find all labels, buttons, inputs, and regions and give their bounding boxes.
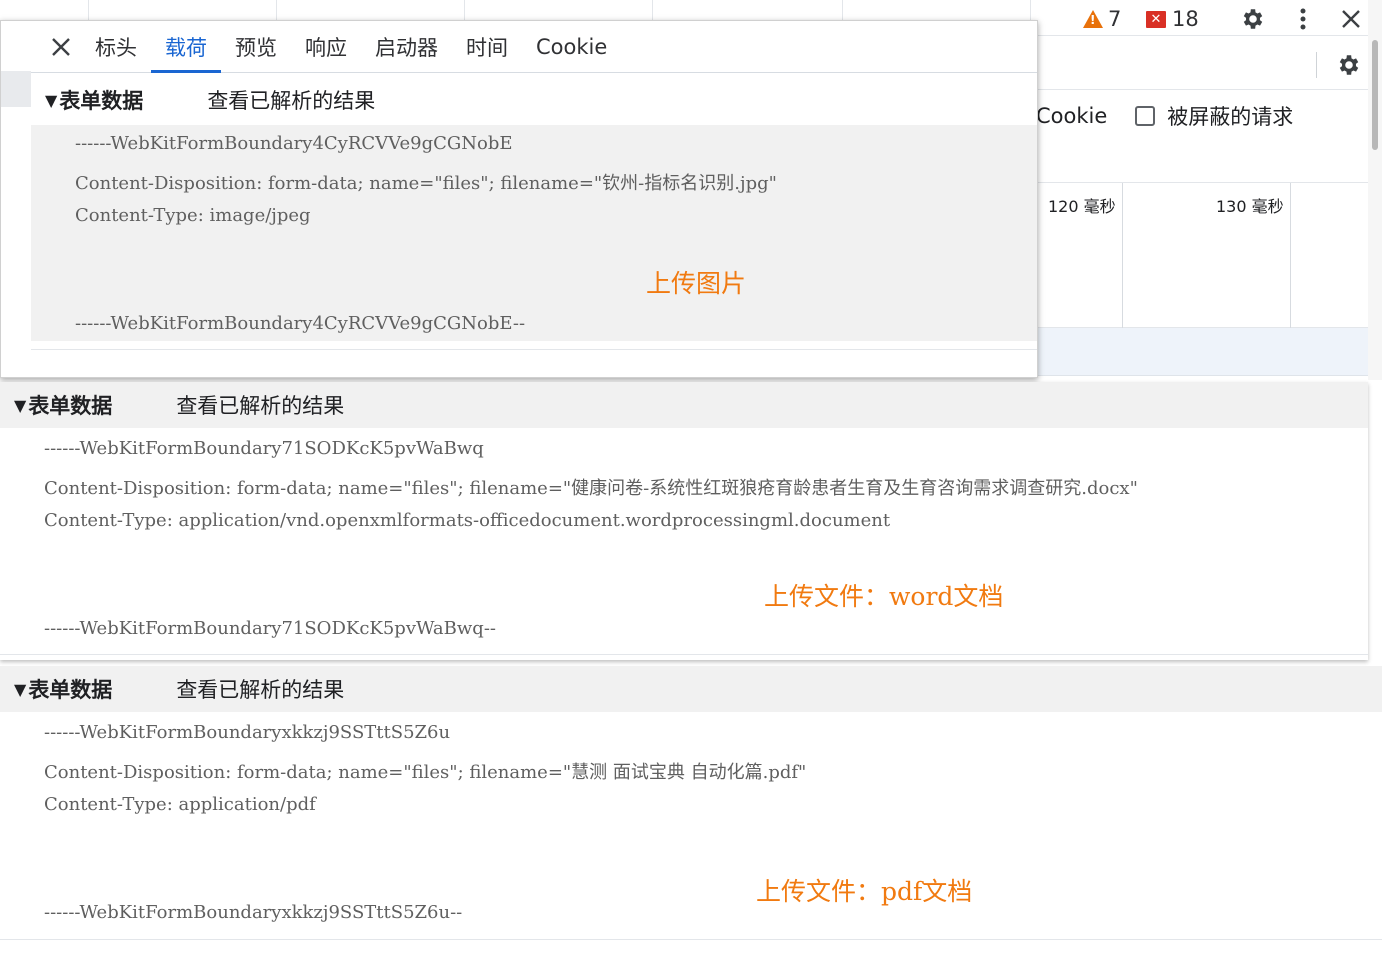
boundary-end-line: ------WebKitFormBoundary4CyRCVVe9gCGNobE… (75, 313, 526, 334)
view-parsed-link[interactable]: 查看已解析的结果 (176, 674, 344, 704)
errors-counter[interactable]: ✕ 18 (1146, 4, 1199, 34)
annotation-label: 上传文件：pdf文档 (756, 877, 973, 906)
content-type-line: Content-Type: application/vnd.openxmlfor… (44, 510, 891, 531)
timeline-overview[interactable]: 120 毫秒 130 毫秒 (1038, 182, 1382, 328)
boundary-end-line: ------WebKitFormBoundary71SODKcK5pvWaBwq… (44, 618, 496, 639)
request-list-strip (1, 37, 31, 377)
network-settings-gear-icon[interactable] (1334, 50, 1364, 80)
section-title: 表单数据 (28, 678, 113, 702)
view-parsed-link[interactable]: 查看已解析的结果 (207, 85, 375, 115)
warning-icon (1083, 10, 1103, 28)
settings-gear-icon[interactable] (1238, 4, 1268, 34)
form-data-raw-body: ------WebKitFormBoundaryxkkzj9SSTttS5Z6u… (0, 712, 1382, 938)
error-icon: ✕ (1146, 10, 1166, 28)
section-title: 表单数据 (28, 394, 113, 418)
form-data-raw-body: ------WebKitFormBoundary71SODKcK5pvWaBwq… (0, 428, 1368, 654)
tab-preview[interactable]: 预览 (221, 21, 291, 73)
form-data-panel-word: ▼ 表单数据 查看已解析的结果 ------WebKitFormBoundary… (0, 382, 1368, 660)
collapse-triangle-icon[interactable]: ▼ (14, 680, 26, 699)
filter-bar (1038, 44, 1368, 90)
form-data-section-header[interactable]: ▼ 表单数据 查看已解析的结果 (14, 382, 344, 428)
content-disposition-line: Content-Disposition: form-data; name="fi… (75, 173, 777, 194)
tab-response[interactable]: 响应 (291, 21, 361, 73)
details-tab-bar: 标头 载荷 预览 响应 启动器 时间 Cookie (31, 21, 1037, 73)
scrollbar-thumb[interactable] (1372, 40, 1378, 150)
tab-headers[interactable]: 标头 (81, 21, 151, 73)
more-vert-icon[interactable] (1290, 4, 1316, 34)
annotation-label: 上传文件：word文档 (764, 582, 1004, 611)
boundary-end-line: ------WebKitFormBoundaryxkkzj9SSTttS5Z6u… (44, 902, 463, 923)
filter-options: Cookie 被屏蔽的请求 (1036, 98, 1293, 134)
tab-timing[interactable]: 时间 (452, 21, 522, 73)
timeline-tick-label: 130 毫秒 (1216, 197, 1284, 216)
tab-initiator[interactable]: 启动器 (361, 21, 452, 73)
content-disposition-line: Content-Disposition: form-data; name="fi… (44, 478, 1138, 499)
boundary-line: ------WebKitFormBoundaryxkkzj9SSTttS5Z6u (44, 722, 451, 743)
tab-cookie[interactable]: Cookie (522, 21, 621, 73)
form-data-raw-body: ------WebKitFormBoundary4CyRCVVe9gCGNobE… (31, 125, 1037, 341)
warning-count: 7 (1108, 7, 1122, 31)
close-icon[interactable] (41, 21, 81, 73)
selected-request-row[interactable] (1038, 328, 1368, 376)
view-parsed-link[interactable]: 查看已解析的结果 (176, 390, 344, 420)
content-type-line: Content-Type: image/jpeg (75, 205, 311, 226)
boundary-line: ------WebKitFormBoundary4CyRCVVe9gCGNobE (75, 133, 513, 154)
cookie-filter-label[interactable]: Cookie (1036, 104, 1107, 128)
form-data-panel-pdf: ▼ 表单数据 查看已解析的结果 ------WebKitFormBoundary… (0, 666, 1382, 975)
collapse-triangle-icon[interactable]: ▼ (45, 91, 57, 110)
error-count: 18 (1172, 7, 1199, 31)
annotation-label: 上传图片 (646, 269, 747, 298)
section-title: 表单数据 (59, 89, 144, 113)
blocked-requests-checkbox[interactable] (1135, 106, 1156, 126)
close-devtools-icon[interactable] (1336, 4, 1366, 34)
warnings-counter[interactable]: 7 (1083, 4, 1121, 34)
form-data-section-header[interactable]: ▼ 表单数据 查看已解析的结果 (45, 77, 375, 123)
blocked-requests-label[interactable]: 被屏蔽的请求 (1167, 101, 1293, 131)
content-type-line: Content-Type: application/pdf (44, 794, 316, 815)
timeline-tick-label: 120 毫秒 (1048, 197, 1116, 216)
content-disposition-line: Content-Disposition: form-data; name="fi… (44, 762, 807, 783)
network-column-dividers (0, 0, 1040, 22)
request-details-panel: 标头 载荷 预览 响应 启动器 时间 Cookie ▼ 表单数据 查看已解析的结… (0, 20, 1038, 378)
collapse-triangle-icon[interactable]: ▼ (14, 396, 26, 415)
boundary-line: ------WebKitFormBoundary71SODKcK5pvWaBwq (44, 438, 484, 459)
form-data-section-header[interactable]: ▼ 表单数据 查看已解析的结果 (14, 666, 344, 712)
tab-payload[interactable]: 载荷 (151, 21, 221, 73)
